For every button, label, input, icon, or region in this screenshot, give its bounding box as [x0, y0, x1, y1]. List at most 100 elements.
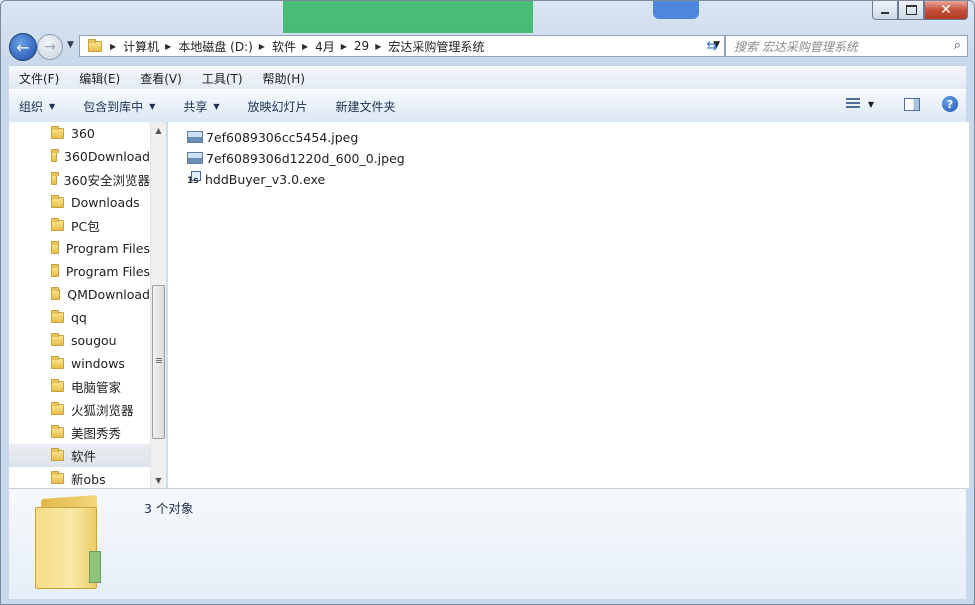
share-button[interactable]: 共享 ▼ — [173, 98, 229, 115]
breadcrumb-item[interactable]: 软件 — [272, 38, 296, 55]
help-icon[interactable]: ? — [942, 96, 958, 112]
breadcrumb-item[interactable]: 4月 — [315, 38, 335, 55]
folder-icon — [51, 218, 64, 231]
close-button[interactable]: ✕ — [924, 1, 968, 20]
slideshow-button[interactable]: 放映幻灯片 — [238, 98, 318, 115]
details-pane: 3 个对象 — [9, 488, 966, 599]
scroll-down-icon[interactable]: ▼ — [151, 472, 166, 488]
menu-bar: 文件(F) 编辑(E) 查看(V) 工具(T) 帮助(H) — [9, 65, 966, 90]
sidebar-item[interactable]: sougou — [9, 329, 150, 352]
sidebar-item[interactable]: 360Download — [9, 145, 150, 168]
file-item[interactable]: hddBuyer_v3.0.exe — [187, 169, 325, 189]
sidebar-item[interactable]: 美图秀秀 — [9, 421, 150, 444]
sidebar-item-label: 360 — [71, 126, 95, 141]
sidebar-item[interactable]: 软件 — [9, 444, 150, 467]
sidebar-item[interactable]: 360安全浏览器 — [9, 168, 150, 191]
change-view-button[interactable]: ▼ — [845, 98, 874, 110]
organize-button[interactable]: 组织 ▼ — [9, 98, 65, 115]
arrow-right-icon: → — [44, 39, 56, 55]
sidebar-item[interactable]: Downloads — [9, 191, 150, 214]
menu-tools[interactable]: 工具(T) — [192, 70, 253, 87]
folder-icon — [51, 195, 64, 208]
folder-icon — [51, 448, 64, 461]
forward-button[interactable]: → — [37, 34, 63, 60]
chevron-right-icon[interactable]: ▶ — [375, 42, 381, 51]
file-item[interactable]: 7ef6089306cc5454.jpeg — [187, 127, 358, 147]
navigation-bar: ← → ▼ ▶ 计算机 ▶ 本地磁盘 (D:) ▶ 软件 ▶ 4月 ▶ 29 ▶… — [9, 33, 968, 61]
folder-icon — [51, 172, 59, 185]
sidebar-item-label: Program Files — [65, 241, 150, 256]
organize-label: 组织 — [19, 99, 44, 114]
navigation-scrollbar[interactable]: ▲ ▼ — [150, 122, 166, 488]
back-button[interactable]: ← — [9, 33, 37, 61]
include-in-library-button[interactable]: 包含到库中 ▼ — [73, 98, 165, 115]
sidebar-item-label: Program Files — [65, 264, 150, 279]
sidebar-item[interactable]: 新obs — [9, 467, 150, 488]
sidebar-item[interactable]: PC包 — [9, 214, 150, 237]
sidebar-item[interactable]: 360 — [9, 122, 150, 145]
sidebar-item-label: sougou — [71, 333, 117, 348]
sidebar-item-label: PC包 — [71, 219, 100, 234]
chevron-down-icon: ▼ — [49, 101, 56, 111]
view-options-icon — [845, 98, 860, 110]
chevron-down-icon: ▼ — [149, 101, 156, 111]
sidebar-item-label: 新obs — [71, 472, 106, 487]
search-input[interactable]: 搜索 宏达采购管理系统 ⌕ — [725, 35, 968, 57]
menu-file[interactable]: 文件(F) — [9, 70, 69, 87]
sidebar-item[interactable]: Program Files — [9, 260, 150, 283]
minimize-button[interactable] — [872, 1, 898, 20]
explorer-window: ✕ ← → ▼ ▶ 计算机 ▶ 本地磁盘 (D:) ▶ 软件 ▶ 4月 ▶ 29… — [0, 0, 975, 605]
image-file-icon — [187, 152, 203, 164]
sidebar-item-label: 美图秀秀 — [71, 426, 122, 441]
search-icon[interactable]: ⌕ — [954, 38, 961, 53]
menu-edit[interactable]: 编辑(E) — [69, 70, 130, 87]
refresh-icon: ⇆ — [706, 38, 718, 54]
new-folder-button[interactable]: 新建文件夹 — [326, 98, 406, 115]
chevron-down-icon: ▼ — [213, 101, 220, 111]
folder-icon — [51, 333, 64, 346]
chevron-right-icon[interactable]: ▶ — [341, 42, 347, 51]
preview-pane-icon[interactable] — [904, 97, 920, 111]
caption-buttons: ✕ — [872, 1, 968, 20]
file-list: 7ef6089306cc5454.jpeg 7ef6089306d1220d_60… — [167, 122, 969, 488]
breadcrumb-item[interactable]: 本地磁盘 (D:) — [178, 38, 252, 55]
folder-icon — [51, 264, 59, 277]
sidebar-item[interactable]: windows — [9, 352, 150, 375]
share-label: 共享 — [183, 99, 208, 114]
sidebar-item-label: 电脑管家 — [71, 380, 122, 395]
breadcrumb-item[interactable]: 计算机 — [123, 38, 159, 55]
sidebar-item[interactable]: qq — [9, 306, 150, 329]
arrow-left-icon: ← — [16, 37, 30, 57]
folder-icon — [51, 287, 61, 300]
chevron-right-icon[interactable]: ▶ — [259, 42, 265, 51]
breadcrumb-item[interactable]: 29 — [354, 39, 369, 53]
refresh-button[interactable]: ⇆ — [699, 35, 725, 57]
folder-tree: 360 360Download 360安全浏览器 Downloads PC包 Progra… — [9, 122, 150, 488]
image-file-icon — [187, 131, 203, 143]
address-bar[interactable]: ▶ 计算机 ▶ 本地磁盘 (D:) ▶ 软件 ▶ 4月 ▶ 29 ▶ 宏达采购管… — [79, 35, 725, 57]
scrollbar-thumb[interactable] — [152, 285, 165, 439]
menu-view[interactable]: 查看(V) — [130, 70, 192, 87]
folder-icon — [51, 241, 59, 254]
chevron-right-icon[interactable]: ▶ — [165, 42, 171, 51]
command-bar: 组织 ▼ 包含到库中 ▼ 共享 ▼ 放映幻灯片 新建文件夹 ▼ ? — [9, 89, 966, 123]
new-folder-label: 新建文件夹 — [335, 99, 396, 114]
chevron-right-icon[interactable]: ▶ — [110, 42, 116, 51]
sidebar-item[interactable]: 火狐浏览器 — [9, 398, 150, 421]
sidebar-item[interactable]: Program Files — [9, 237, 150, 260]
sidebar-item-label: QMDownload — [67, 287, 150, 302]
menu-help[interactable]: 帮助(H) — [253, 70, 315, 87]
sidebar-item-label: windows — [71, 356, 125, 371]
sidebar-item[interactable]: 电脑管家 — [9, 375, 150, 398]
file-item[interactable]: 7ef6089306d1220d_600_0.jpeg — [187, 148, 405, 168]
chevron-right-icon[interactable]: ▶ — [302, 42, 308, 51]
maximize-button[interactable] — [898, 1, 924, 20]
sidebar-item[interactable]: QMDownload — [9, 283, 150, 306]
folder-icon — [88, 38, 102, 52]
sidebar-item-label: 360安全浏览器 — [63, 173, 150, 188]
recent-locations-dropdown[interactable]: ▼ — [67, 40, 74, 50]
close-icon: ✕ — [940, 2, 952, 18]
folder-icon — [51, 126, 64, 139]
scroll-up-icon[interactable]: ▲ — [151, 122, 166, 138]
breadcrumb-item[interactable]: 宏达采购管理系统 — [388, 38, 484, 55]
